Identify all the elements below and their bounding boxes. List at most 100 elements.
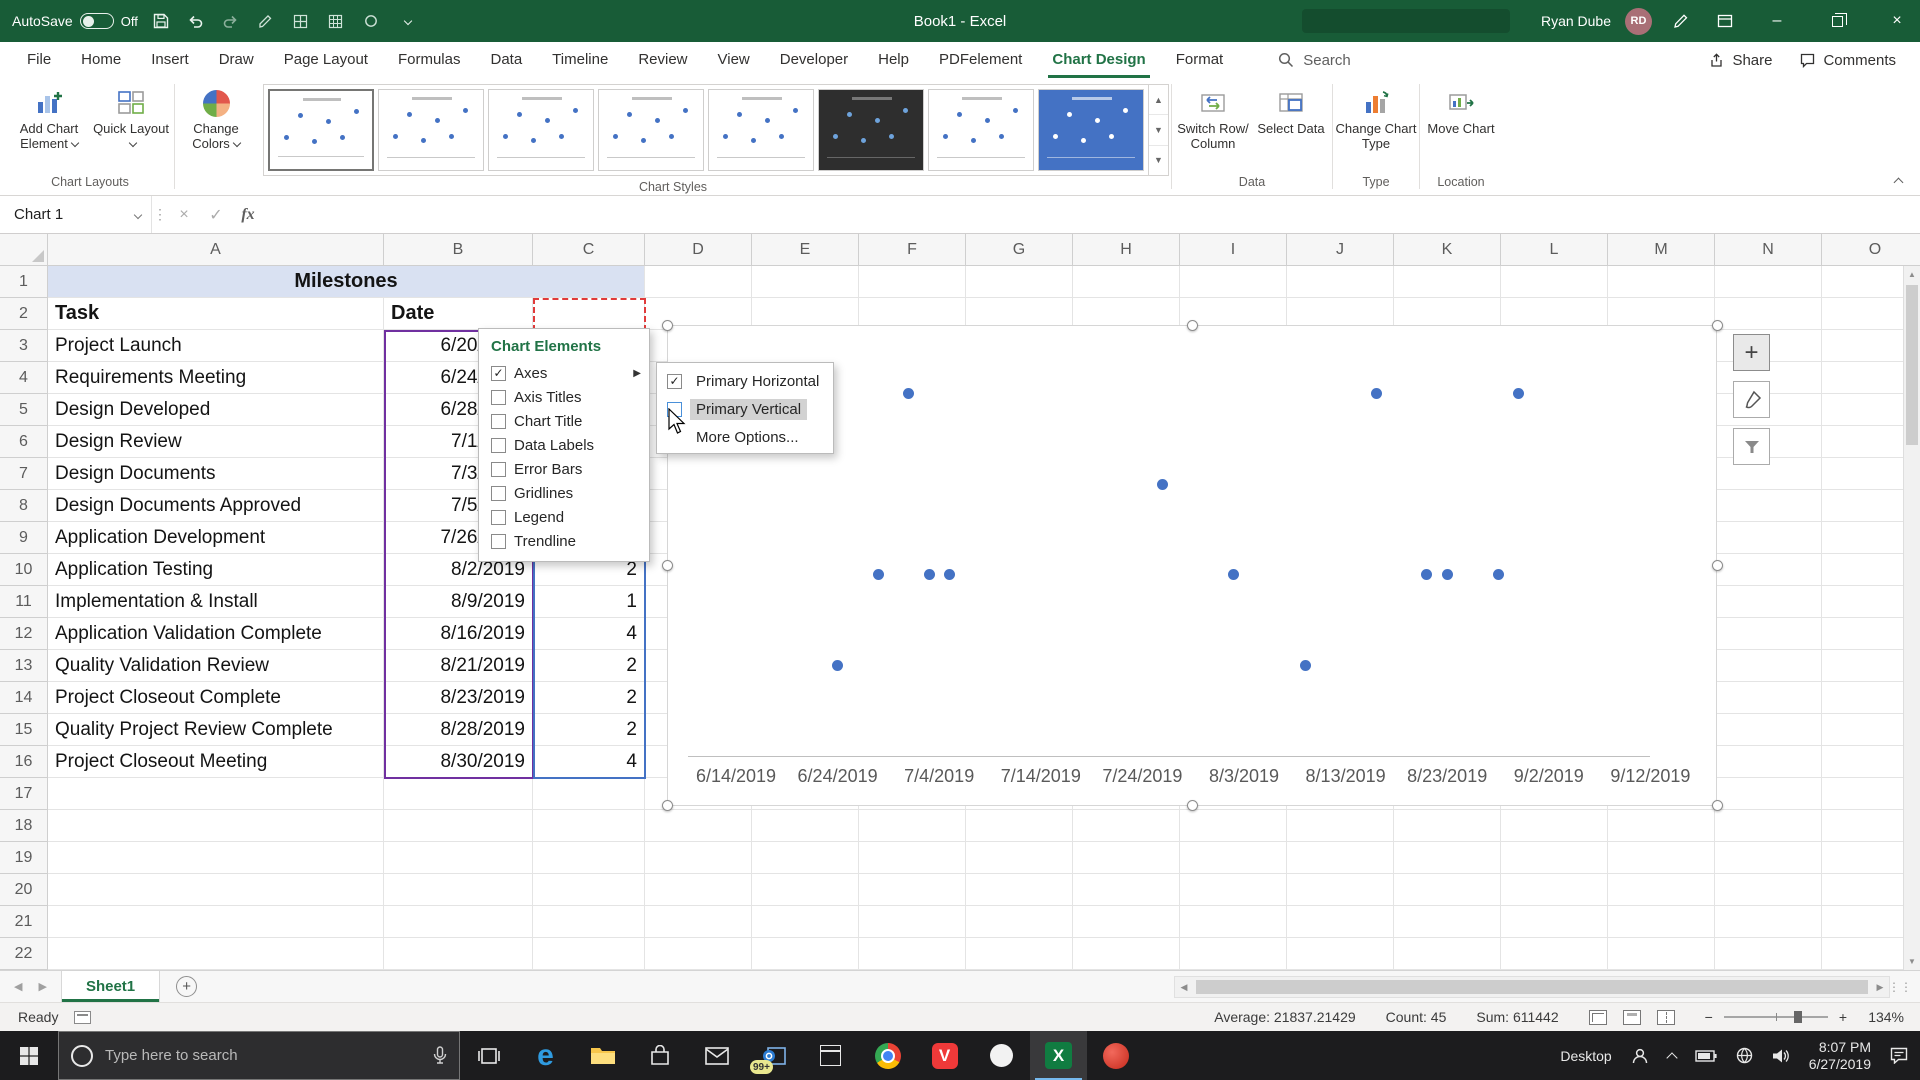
select-all-button[interactable]: [0, 234, 48, 266]
row-header-1[interactable]: 1: [0, 266, 48, 298]
page-layout-view-button[interactable]: [1622, 1009, 1641, 1025]
autosave-toggle[interactable]: AutoSave Off: [12, 13, 138, 29]
chart-elements-item-data-labels[interactable]: Data Labels: [479, 433, 649, 457]
vertical-scroll-thumb[interactable]: [1906, 285, 1918, 445]
show-hidden-icons-chevron[interactable]: [1666, 1051, 1678, 1064]
cell-date[interactable]: 8/28/2019: [384, 714, 533, 746]
network-icon[interactable]: [1736, 1047, 1753, 1064]
switch-row-column-button[interactable]: Switch Row/ Column: [1174, 82, 1252, 151]
cell-date[interactable]: 8/9/2019: [384, 586, 533, 618]
cell[interactable]: [1715, 682, 1822, 714]
scatter-point[interactable]: [903, 388, 915, 400]
quick-layout-button[interactable]: Quick Layout: [90, 82, 172, 151]
account-name[interactable]: Ryan Dube: [1541, 13, 1611, 29]
cell-date[interactable]: 8/23/2019: [384, 682, 533, 714]
cell-task[interactable]: Application Testing: [48, 554, 384, 586]
ribbon-tab-insert[interactable]: Insert: [136, 42, 204, 78]
row-header-10[interactable]: 10: [0, 554, 48, 586]
ribbon-tab-page-layout[interactable]: Page Layout: [269, 42, 383, 78]
save-icon[interactable]: [149, 8, 173, 34]
taskbar-mail-icon[interactable]: [688, 1031, 745, 1080]
cell[interactable]: [1715, 522, 1822, 554]
taskbar-edge-icon[interactable]: e: [517, 1031, 574, 1080]
chart-style-3[interactable]: [488, 89, 594, 171]
checkbox-icon[interactable]: [491, 485, 506, 501]
x-axis-label[interactable]: 8/3/2019: [1189, 766, 1299, 787]
cell[interactable]: [1180, 266, 1287, 298]
cell[interactable]: [48, 874, 384, 906]
taskbar-chrome-icon[interactable]: [859, 1031, 916, 1080]
column-header-k[interactable]: K: [1394, 234, 1501, 266]
cell[interactable]: [859, 906, 966, 938]
cell[interactable]: [1287, 938, 1394, 970]
sheet-nav-right-icon[interactable]: ▶: [38, 980, 46, 993]
chart-elements-item-legend[interactable]: Legend: [479, 505, 649, 529]
cell[interactable]: [1394, 266, 1501, 298]
cell-task[interactable]: Application Validation Complete: [48, 618, 384, 650]
cell[interactable]: [1287, 874, 1394, 906]
cell-task[interactable]: Design Documents: [48, 458, 384, 490]
scatter-point[interactable]: [1512, 388, 1524, 400]
cell[interactable]: [1715, 810, 1822, 842]
cell[interactable]: [645, 938, 752, 970]
cell-task[interactable]: Implementation & Install: [48, 586, 384, 618]
row-header-16[interactable]: 16: [0, 746, 48, 778]
row-header-17[interactable]: 17: [0, 778, 48, 810]
start-button[interactable]: [0, 1031, 58, 1080]
ribbon-display-options-icon[interactable]: [1710, 6, 1740, 36]
page-break-view-button[interactable]: [1656, 1009, 1675, 1025]
x-axis-label[interactable]: 9/12/2019: [1595, 766, 1705, 787]
table-icon[interactable]: [289, 8, 313, 34]
cell-date[interactable]: 8/21/2019: [384, 650, 533, 682]
taskbar-file-explorer-icon[interactable]: [574, 1031, 631, 1080]
row-header-11[interactable]: 11: [0, 586, 48, 618]
action-center-icon[interactable]: [1890, 1047, 1908, 1064]
redo-icon[interactable]: [219, 8, 243, 34]
add-chart-element-button[interactable]: Add Chart Element: [8, 82, 90, 151]
cell-task[interactable]: Application Development: [48, 522, 384, 554]
column-header-a[interactable]: A: [48, 234, 384, 266]
scatter-point[interactable]: [872, 569, 884, 581]
row-header-7[interactable]: 7: [0, 458, 48, 490]
taskbar-pdfelement-icon[interactable]: [1087, 1031, 1144, 1080]
column-header-e[interactable]: E: [752, 234, 859, 266]
scroll-down-icon[interactable]: ▼: [1904, 953, 1920, 970]
cell[interactable]: [1715, 266, 1822, 298]
cell-task[interactable]: Quality Validation Review: [48, 650, 384, 682]
cell[interactable]: [1180, 906, 1287, 938]
scroll-up-icon[interactable]: ▲: [1904, 266, 1920, 283]
zoom-in-button[interactable]: +: [1839, 1009, 1847, 1025]
cell[interactable]: [1501, 266, 1608, 298]
cell-value[interactable]: 2: [533, 682, 645, 714]
enter-button[interactable]: ✓: [200, 196, 232, 233]
scatter-point[interactable]: [923, 569, 935, 581]
ribbon-tab-home[interactable]: Home: [66, 42, 136, 78]
name-box[interactable]: Chart 1: [0, 196, 152, 233]
cell-date-header[interactable]: Date: [384, 298, 533, 330]
cell-value[interactable]: 2: [533, 714, 645, 746]
cell[interactable]: [48, 938, 384, 970]
column-header-l[interactable]: L: [1501, 234, 1608, 266]
cell[interactable]: [1715, 874, 1822, 906]
cell-task-header[interactable]: Task: [48, 298, 384, 330]
change-colors-button[interactable]: Change Colors: [177, 82, 255, 151]
ribbon-search[interactable]: Search: [1278, 42, 1351, 78]
chart-elements-item-axis-titles[interactable]: Axis Titles: [479, 385, 649, 409]
cell[interactable]: [1608, 906, 1715, 938]
ribbon-tab-draw[interactable]: Draw: [204, 42, 269, 78]
row-header-22[interactable]: 22: [0, 938, 48, 970]
row-header-14[interactable]: 14: [0, 682, 48, 714]
cell-task[interactable]: Requirements Meeting: [48, 362, 384, 394]
chart-elements-item-error-bars[interactable]: Error Bars: [479, 457, 649, 481]
x-axis-label[interactable]: 7/14/2019: [986, 766, 1096, 787]
taskbar-vivaldi-icon[interactable]: V: [916, 1031, 973, 1080]
cell[interactable]: [1608, 874, 1715, 906]
battery-icon[interactable]: [1695, 1049, 1717, 1062]
scatter-point[interactable]: [1228, 569, 1240, 581]
collapse-ribbon-button[interactable]: [1888, 173, 1908, 187]
zoom-level[interactable]: 134%: [1858, 1009, 1904, 1025]
desktop-label[interactable]: Desktop: [1560, 1048, 1611, 1064]
x-axis-label[interactable]: 6/14/2019: [681, 766, 791, 787]
row-header-3[interactable]: 3: [0, 330, 48, 362]
normal-view-button[interactable]: [1588, 1009, 1607, 1025]
